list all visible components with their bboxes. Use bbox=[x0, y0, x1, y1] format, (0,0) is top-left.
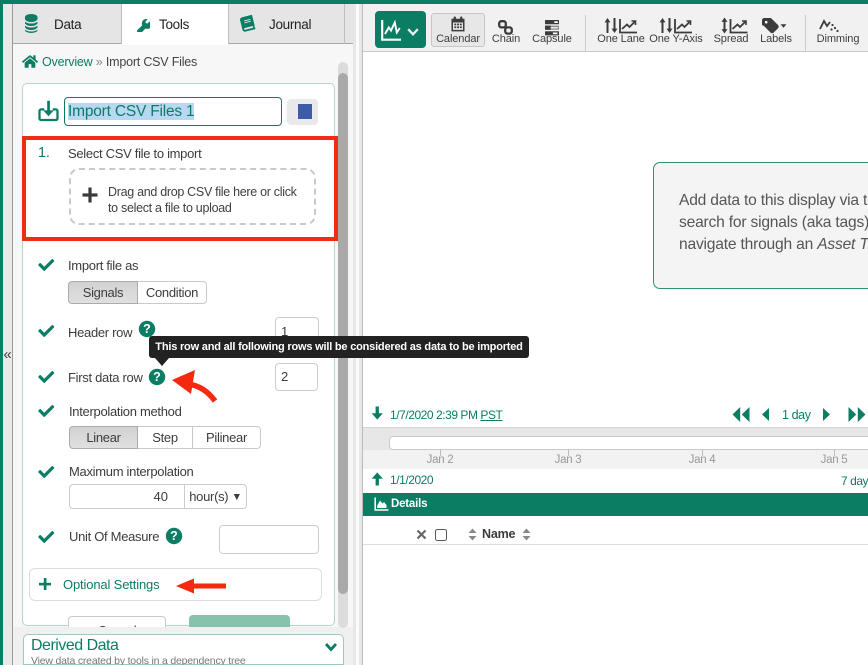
svg-text:?: ? bbox=[170, 529, 178, 543]
svg-text:?: ? bbox=[143, 322, 151, 336]
svg-text:?: ? bbox=[153, 370, 161, 384]
